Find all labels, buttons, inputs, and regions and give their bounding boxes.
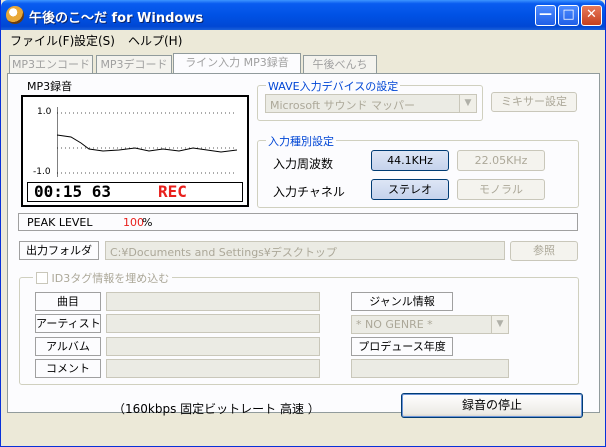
scale-top: 1.0 [37, 107, 52, 117]
comment-field[interactable] [106, 359, 320, 378]
bitrate-status: （160kbps 固定ビットレート 高速 ） [113, 402, 320, 416]
comment-label: コメント [35, 359, 101, 378]
wave-device-title: WAVE入力デバイスの設定 [266, 78, 401, 94]
peak-level-bar: PEAK LEVEL 100 % [18, 213, 578, 231]
menu-help[interactable]: ヘルプ(H) [128, 32, 182, 49]
genre-select[interactable]: * NO GENRE * ▼ [351, 315, 509, 334]
tab-mp3-encode[interactable]: MP3エンコード [9, 55, 93, 74]
window-title: 午後のこ～だ for Windows [29, 11, 204, 26]
minimize-button[interactable]: — [535, 5, 556, 26]
genre-value: * NO GENRE * [356, 318, 433, 331]
title-bar[interactable]: 午後のこ～だ for Windows — □ ✕ [1, 0, 605, 30]
close-button[interactable]: ✕ [581, 5, 602, 26]
artist-field[interactable] [106, 314, 320, 333]
stereo-button[interactable]: ステレオ [371, 179, 449, 200]
album-field[interactable] [106, 337, 320, 356]
freq-22-button[interactable]: 22.05KHz [457, 150, 545, 171]
recording-status: REC [158, 182, 187, 201]
peak-unit: % [142, 216, 153, 229]
main-window: 午後のこ～だ for Windows — □ ✕ ファイル(F) 設定(S) ヘ… [0, 0, 606, 447]
artist-label: アーティスト [35, 314, 101, 333]
title-field[interactable] [106, 292, 320, 311]
frequency-label: 入力周波数 [273, 157, 334, 171]
id3-checkbox-label: ID3タグ情報を埋め込む [51, 272, 170, 285]
year-label: プロデュース年度 [351, 337, 453, 356]
chevron-down-icon: ▼ [491, 316, 508, 333]
output-folder-label: 出力フォルダ [19, 241, 99, 260]
output-path-field[interactable]: C:¥Documents and Settings¥デスクトップ [105, 241, 505, 260]
maximize-button[interactable]: □ [558, 5, 579, 26]
chevron-down-icon: ▼ [459, 95, 476, 112]
peak-label: PEAK LEVEL [27, 216, 93, 229]
app-icon [6, 6, 24, 24]
device-value: Microsoft サウンド マッパー [270, 99, 416, 112]
tab-mp3-decode[interactable]: MP3デコード [96, 55, 172, 74]
tab-line-in-record[interactable]: ライン入力 MP3録音 [173, 53, 301, 74]
id3-checkbox[interactable] [36, 272, 48, 284]
device-select[interactable]: Microsoft サウンド マッパー ▼ [265, 94, 477, 113]
menu-file[interactable]: ファイル(F) [10, 32, 74, 49]
album-label: アルバム [35, 337, 101, 356]
menu-bar: ファイル(F) 設定(S) ヘルプ(H) [2, 30, 604, 48]
channel-label: 入力チャネル [273, 185, 345, 199]
id3-checkbox-row[interactable]: ID3タグ情報を埋め込む [33, 270, 173, 286]
stop-recording-button[interactable]: 録音の停止 [401, 393, 583, 418]
freq-44-button[interactable]: 44.1KHz [371, 150, 449, 171]
genre-label: ジャンル情報 [351, 292, 453, 311]
waveform-display: 1.0 -1.0 00:15 63 REC [21, 95, 249, 207]
recording-time: 00:15 63 [34, 182, 112, 201]
input-type-title: 入力種別設定 [266, 133, 336, 149]
maximize-icon: □ [562, 7, 575, 22]
year-field[interactable] [351, 359, 509, 378]
mono-button[interactable]: モノラル [457, 179, 545, 200]
menu-settings[interactable]: 設定(S) [74, 32, 115, 49]
peak-value: 100 [123, 216, 144, 229]
close-icon: ✕ [586, 7, 597, 22]
browse-button[interactable]: 参照 [510, 241, 578, 261]
tab-benchmark[interactable]: 午後べんち [303, 55, 377, 74]
title-label: 曲目 [35, 292, 101, 311]
recording-counter: 00:15 63 REC [27, 182, 243, 202]
recorder-label: MP3録音 [27, 80, 73, 93]
waveform-plot [57, 107, 237, 177]
scale-bottom: -1.0 [33, 167, 51, 177]
minimize-icon: — [539, 7, 552, 22]
mixer-settings-button[interactable]: ミキサー設定 [491, 92, 577, 112]
